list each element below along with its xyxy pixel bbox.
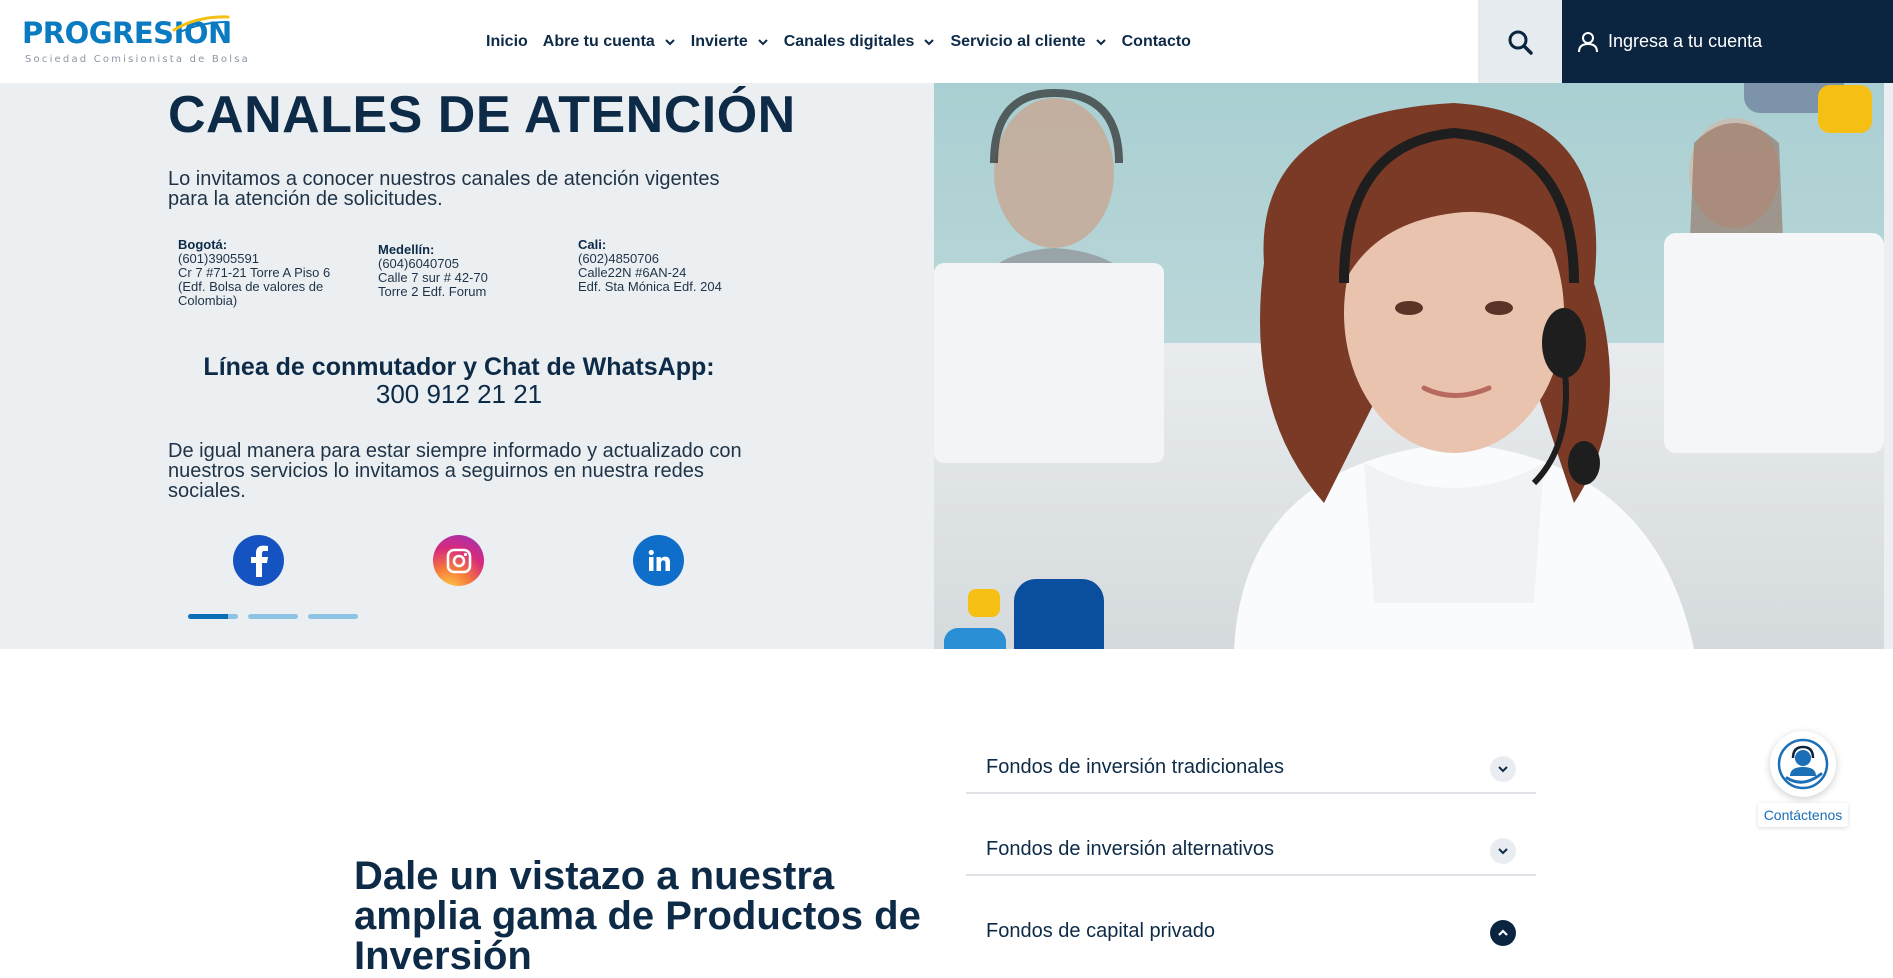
logo-tagline: Sociedad Comisionista de Bolsa <box>25 54 250 65</box>
search-icon <box>1508 30 1533 55</box>
user-icon <box>1570 24 1606 60</box>
office-bogota: Bogotá: (601)3905591 Cr 7 #71-21 Torre A… <box>178 237 331 308</box>
hero-intro: Lo invitamos a conocer nuestros canales … <box>168 168 720 210</box>
progresion-logo[interactable]: PROGRESION Sociedad Comisionista de Bols… <box>22 14 248 70</box>
nav-item-servicio-al-cliente[interactable]: Servicio al cliente <box>950 33 1106 51</box>
support-agent-icon <box>1770 731 1836 797</box>
instagram-icon[interactable] <box>433 535 484 586</box>
nav-item-canales-digitales[interactable]: Canales digitales <box>784 33 936 51</box>
slider-pagination <box>188 614 368 619</box>
logo-swoosh-icon <box>172 15 230 33</box>
chevron-down-icon[interactable] <box>1490 756 1516 782</box>
nav-item-abre-tu-cuenta[interactable]: Abre tu cuenta <box>543 33 676 51</box>
switchboard-whatsapp-title: Línea de conmutador y Chat de WhatsApp: <box>203 353 715 381</box>
accordion-fondos-tradicionales[interactable]: Fondos de inversión tradicionales <box>966 744 1536 794</box>
nav-item-inicio[interactable]: Inicio <box>486 33 528 51</box>
slider-dot-2[interactable] <box>248 614 298 619</box>
main-nav: Inicio Abre tu cuenta Invierte Canales d… <box>486 0 1206 83</box>
hero-title: CANALES DE ATENCIÓN <box>168 86 796 144</box>
nav-item-invierte[interactable]: Invierte <box>691 33 769 51</box>
slider-dot-1[interactable] <box>188 614 238 619</box>
accordion-fondos-capital-privado[interactable]: Fondos de capital privado <box>966 908 1536 958</box>
nav-item-contacto[interactable]: Contacto <box>1122 33 1191 51</box>
switchboard-whatsapp-number[interactable]: 300 912 21 21 <box>168 379 750 410</box>
linkedin-icon[interactable] <box>633 535 684 586</box>
contact-widget[interactable]: Contáctenos <box>1758 731 1848 831</box>
contact-widget-label: Contáctenos <box>1758 803 1848 827</box>
search-button[interactable] <box>1478 0 1562 83</box>
chevron-down-icon <box>665 38 675 45</box>
office-medellin: Medellín: (604)6040705 Calle 7 sur # 42-… <box>378 242 488 299</box>
login-button[interactable]: Ingresa a tu cuenta <box>1562 0 1893 83</box>
products-title: Dale un vistazo a nuestra amplia gama de… <box>354 854 921 978</box>
customer-service-agent-photo <box>934 83 1884 649</box>
chevron-down-icon <box>924 38 935 45</box>
chevron-down-icon[interactable] <box>1490 838 1516 864</box>
social-text: De igual manera para estar siempre infor… <box>168 440 742 502</box>
login-label: Ingresa a tu cuenta <box>1608 31 1763 51</box>
slider-dot-3[interactable] <box>308 614 358 619</box>
chevron-up-icon[interactable] <box>1490 920 1516 946</box>
chevron-down-icon <box>758 38 768 45</box>
accordion-fondos-alternativos[interactable]: Fondos de inversión alternativos <box>966 826 1536 876</box>
site-header: PROGRESION Sociedad Comisionista de Bols… <box>0 0 1893 83</box>
hero-slider: CANALES DE ATENCIÓN Lo invitamos a conoc… <box>0 83 1893 649</box>
chevron-down-icon <box>1095 38 1106 45</box>
office-cali: Cali: (602)4850706 Calle22N #6AN-24 Edf.… <box>578 237 722 294</box>
facebook-icon[interactable] <box>233 535 284 586</box>
